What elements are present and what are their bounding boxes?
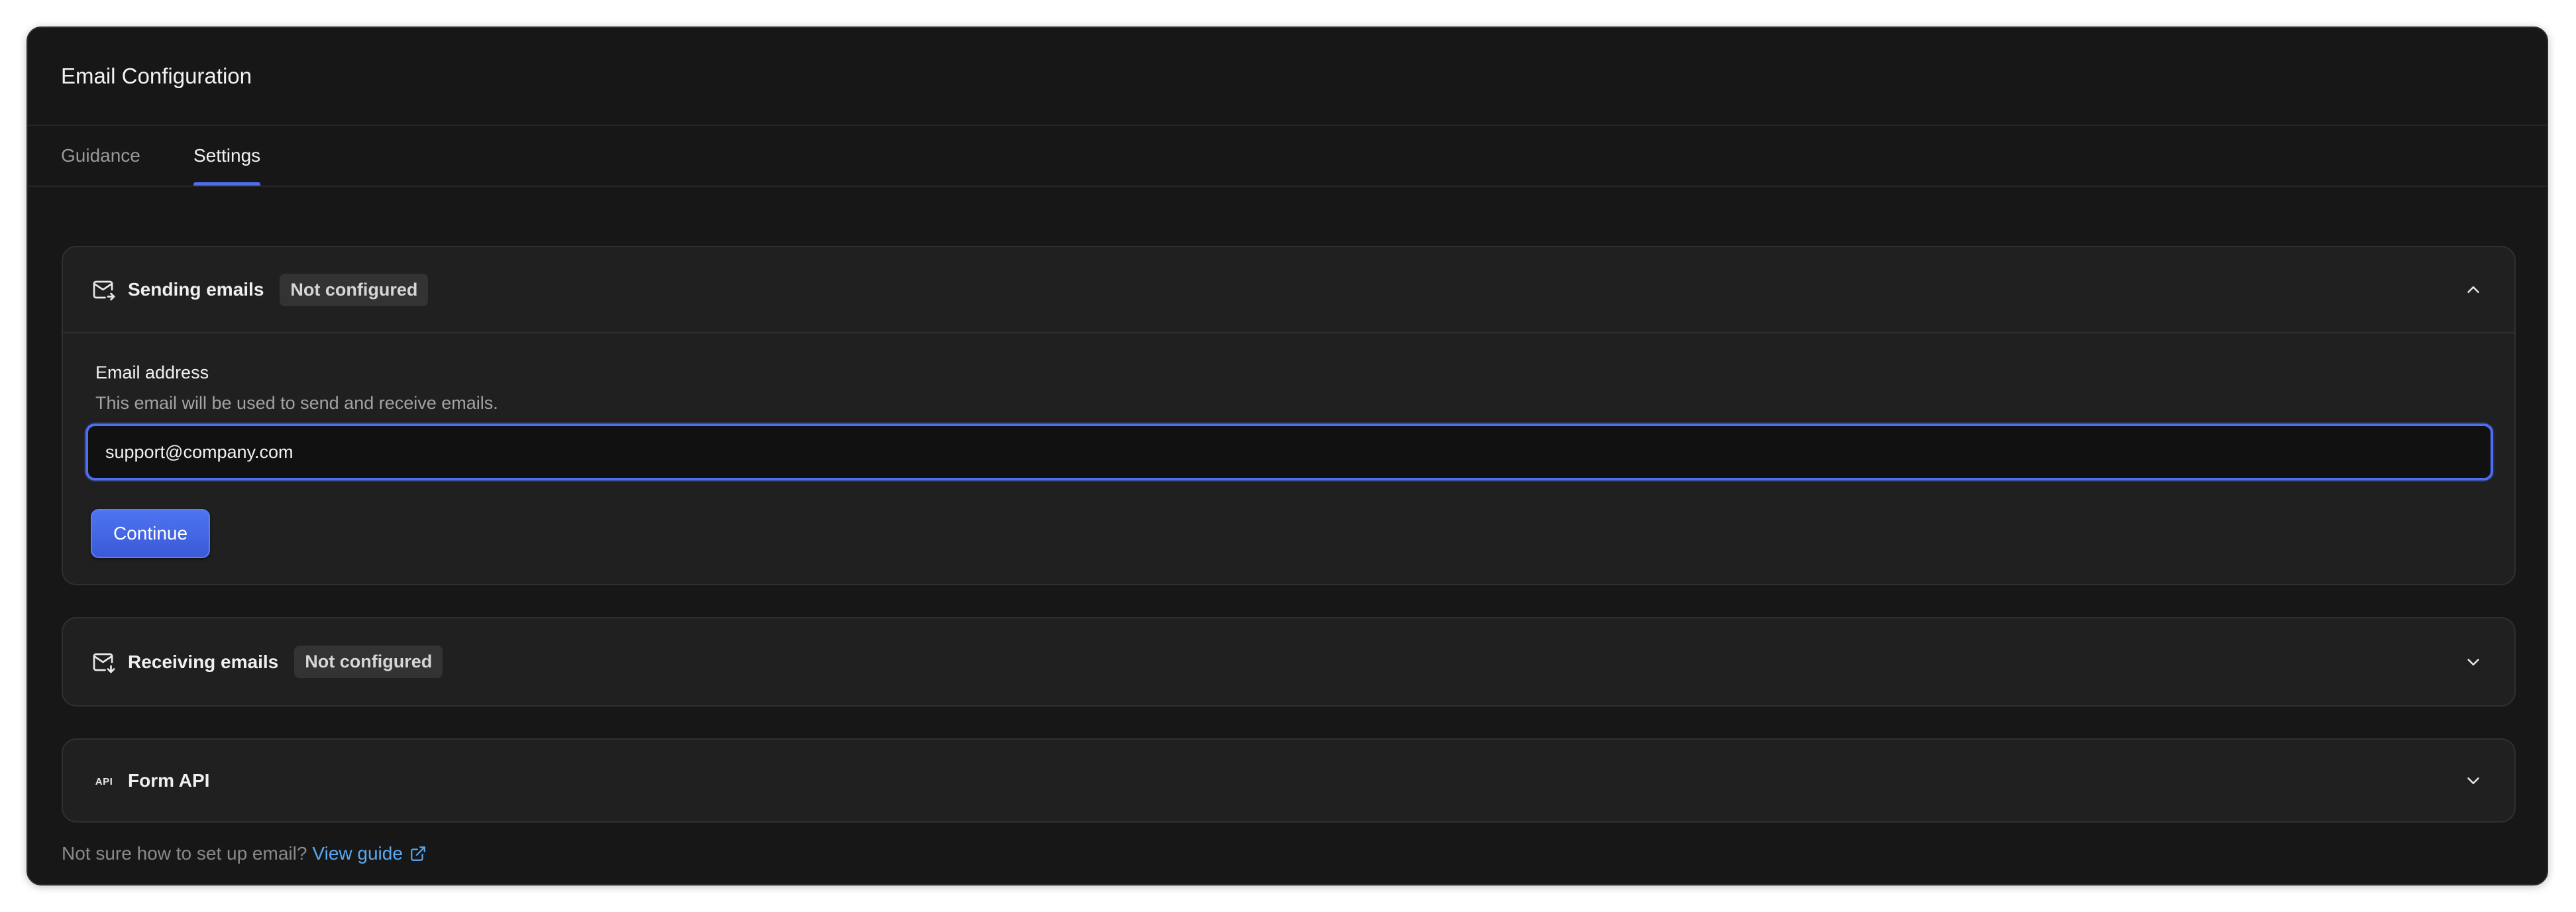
section-title: Sending emails <box>128 279 264 300</box>
section-title: Receiving emails <box>128 651 279 672</box>
form-api-header[interactable]: API Form API <box>63 740 2514 821</box>
form-api-section: API Form API <box>62 738 2516 823</box>
chevron-up-icon[interactable] <box>2461 278 2485 302</box>
panel-header: Email Configuration <box>28 28 2547 126</box>
email-configuration-panel: Email Configuration Guidance Settings Se… <box>27 27 2548 885</box>
help-text: Not sure how to set up email? <box>62 843 307 864</box>
mail-send-icon <box>92 278 116 302</box>
svg-text:API: API <box>95 776 113 787</box>
tab-settings[interactable]: Settings <box>193 126 261 186</box>
sending-emails-header[interactable]: Sending emails Not configured <box>63 247 2514 333</box>
mail-receive-icon <box>92 650 116 674</box>
chevron-down-icon[interactable] <box>2461 769 2485 793</box>
receiving-emails-section: Receiving emails Not configured <box>62 617 2516 707</box>
email-field[interactable] <box>85 424 2493 481</box>
continue-button[interactable]: Continue <box>91 509 210 558</box>
receiving-emails-header[interactable]: Receiving emails Not configured <box>63 618 2514 705</box>
status-badge: Not configured <box>280 273 429 306</box>
sending-emails-section: Sending emails Not configured Email addr… <box>62 246 2516 585</box>
chevron-down-icon[interactable] <box>2461 650 2485 674</box>
view-guide-link[interactable]: View guide <box>312 843 427 864</box>
status-badge: Not configured <box>294 646 443 678</box>
tab-bar: Guidance Settings <box>28 126 2547 187</box>
email-address-help: This email will be used to send and rece… <box>95 393 498 413</box>
help-footer: Not sure how to set up email? View guide <box>62 843 428 864</box>
section-title: Form API <box>128 770 210 791</box>
view-guide-label: View guide <box>312 843 403 864</box>
page-title: Email Configuration <box>61 64 252 88</box>
api-icon: API <box>92 769 116 793</box>
external-link-icon <box>409 844 428 863</box>
email-address-label: Email address <box>95 363 209 382</box>
tab-guidance[interactable]: Guidance <box>61 126 140 186</box>
